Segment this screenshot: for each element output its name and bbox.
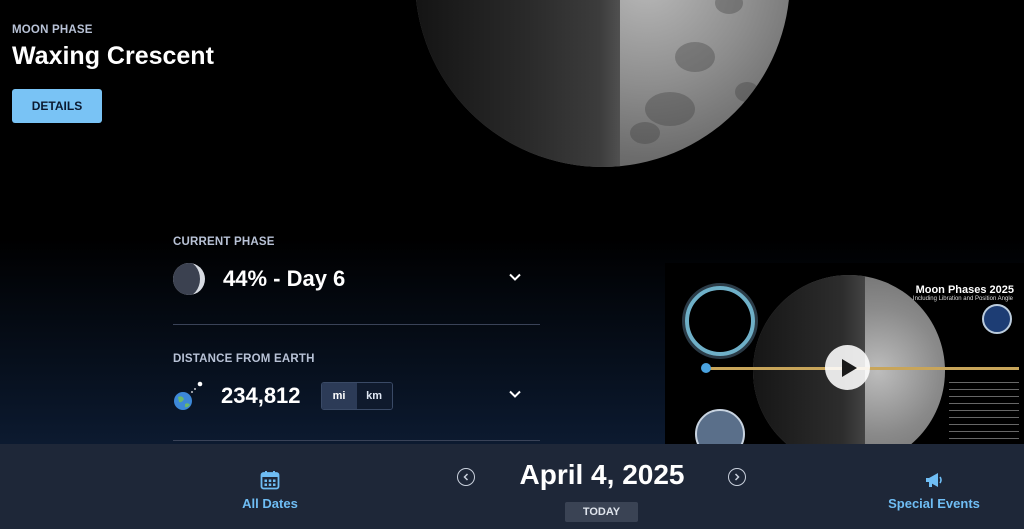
date-footer: All Dates April 4, 2025 TODAY Special Ev…: [0, 444, 1024, 529]
all-dates-button[interactable]: All Dates: [230, 470, 310, 511]
distance-row[interactable]: 234,812 mi km: [173, 379, 540, 413]
distance-value: 234,812: [221, 383, 301, 408]
current-phase-label: CURRENT PHASE: [173, 236, 275, 248]
selected-date[interactable]: April 4, 2025: [497, 459, 707, 491]
details-button[interactable]: DETAILS: [12, 89, 102, 123]
moon-phase-icon: [173, 263, 205, 295]
video-subtitle: Including Libration and Position Angle: [912, 296, 1013, 302]
divider: [173, 440, 540, 441]
chevron-down-icon[interactable]: [508, 387, 522, 401]
megaphone-icon: [926, 473, 942, 487]
unit-km-button[interactable]: km: [356, 383, 392, 409]
current-phase-section: CURRENT PHASE 44% - Day 6: [173, 236, 540, 296]
play-icon[interactable]: [825, 345, 870, 390]
phase-dial-graphic: [685, 286, 755, 356]
moon-image: [415, 0, 790, 167]
agency-logo: [982, 304, 1012, 334]
page-title: Waxing Crescent: [12, 42, 214, 70]
distance-label: DISTANCE FROM EARTH: [173, 353, 315, 365]
previous-date-button[interactable]: [457, 468, 475, 486]
special-events-button[interactable]: Special Events: [880, 470, 988, 511]
next-date-button[interactable]: [728, 468, 746, 486]
special-events-label: Special Events: [888, 496, 980, 511]
calendar-icon: [260, 471, 280, 490]
current-phase-value: 44% - Day 6: [223, 266, 346, 291]
orientation-graphic: [695, 409, 745, 444]
chevron-down-icon[interactable]: [508, 270, 522, 284]
video-title: Moon Phases 2025: [915, 284, 1014, 296]
chevron-right-icon: [734, 473, 740, 481]
today-button[interactable]: TODAY: [565, 502, 638, 522]
current-phase-row[interactable]: 44% - Day 6: [173, 262, 540, 296]
moon-phases-video[interactable]: Moon Phases 2025 Including Libration and…: [665, 263, 1024, 444]
video-info-readout: [949, 382, 1019, 442]
moon-phase-eyebrow: MOON PHASE: [12, 24, 93, 36]
video-timeline-knob: [701, 363, 711, 373]
unit-mi-button[interactable]: mi: [321, 383, 357, 409]
unit-toggle[interactable]: mi km: [320, 382, 393, 410]
distance-section: DISTANCE FROM EARTH 234,812 mi km: [173, 353, 540, 413]
earth-moon-icon: [174, 381, 203, 410]
chevron-left-icon: [463, 473, 469, 481]
all-dates-label: All Dates: [242, 496, 298, 511]
divider: [173, 324, 540, 325]
